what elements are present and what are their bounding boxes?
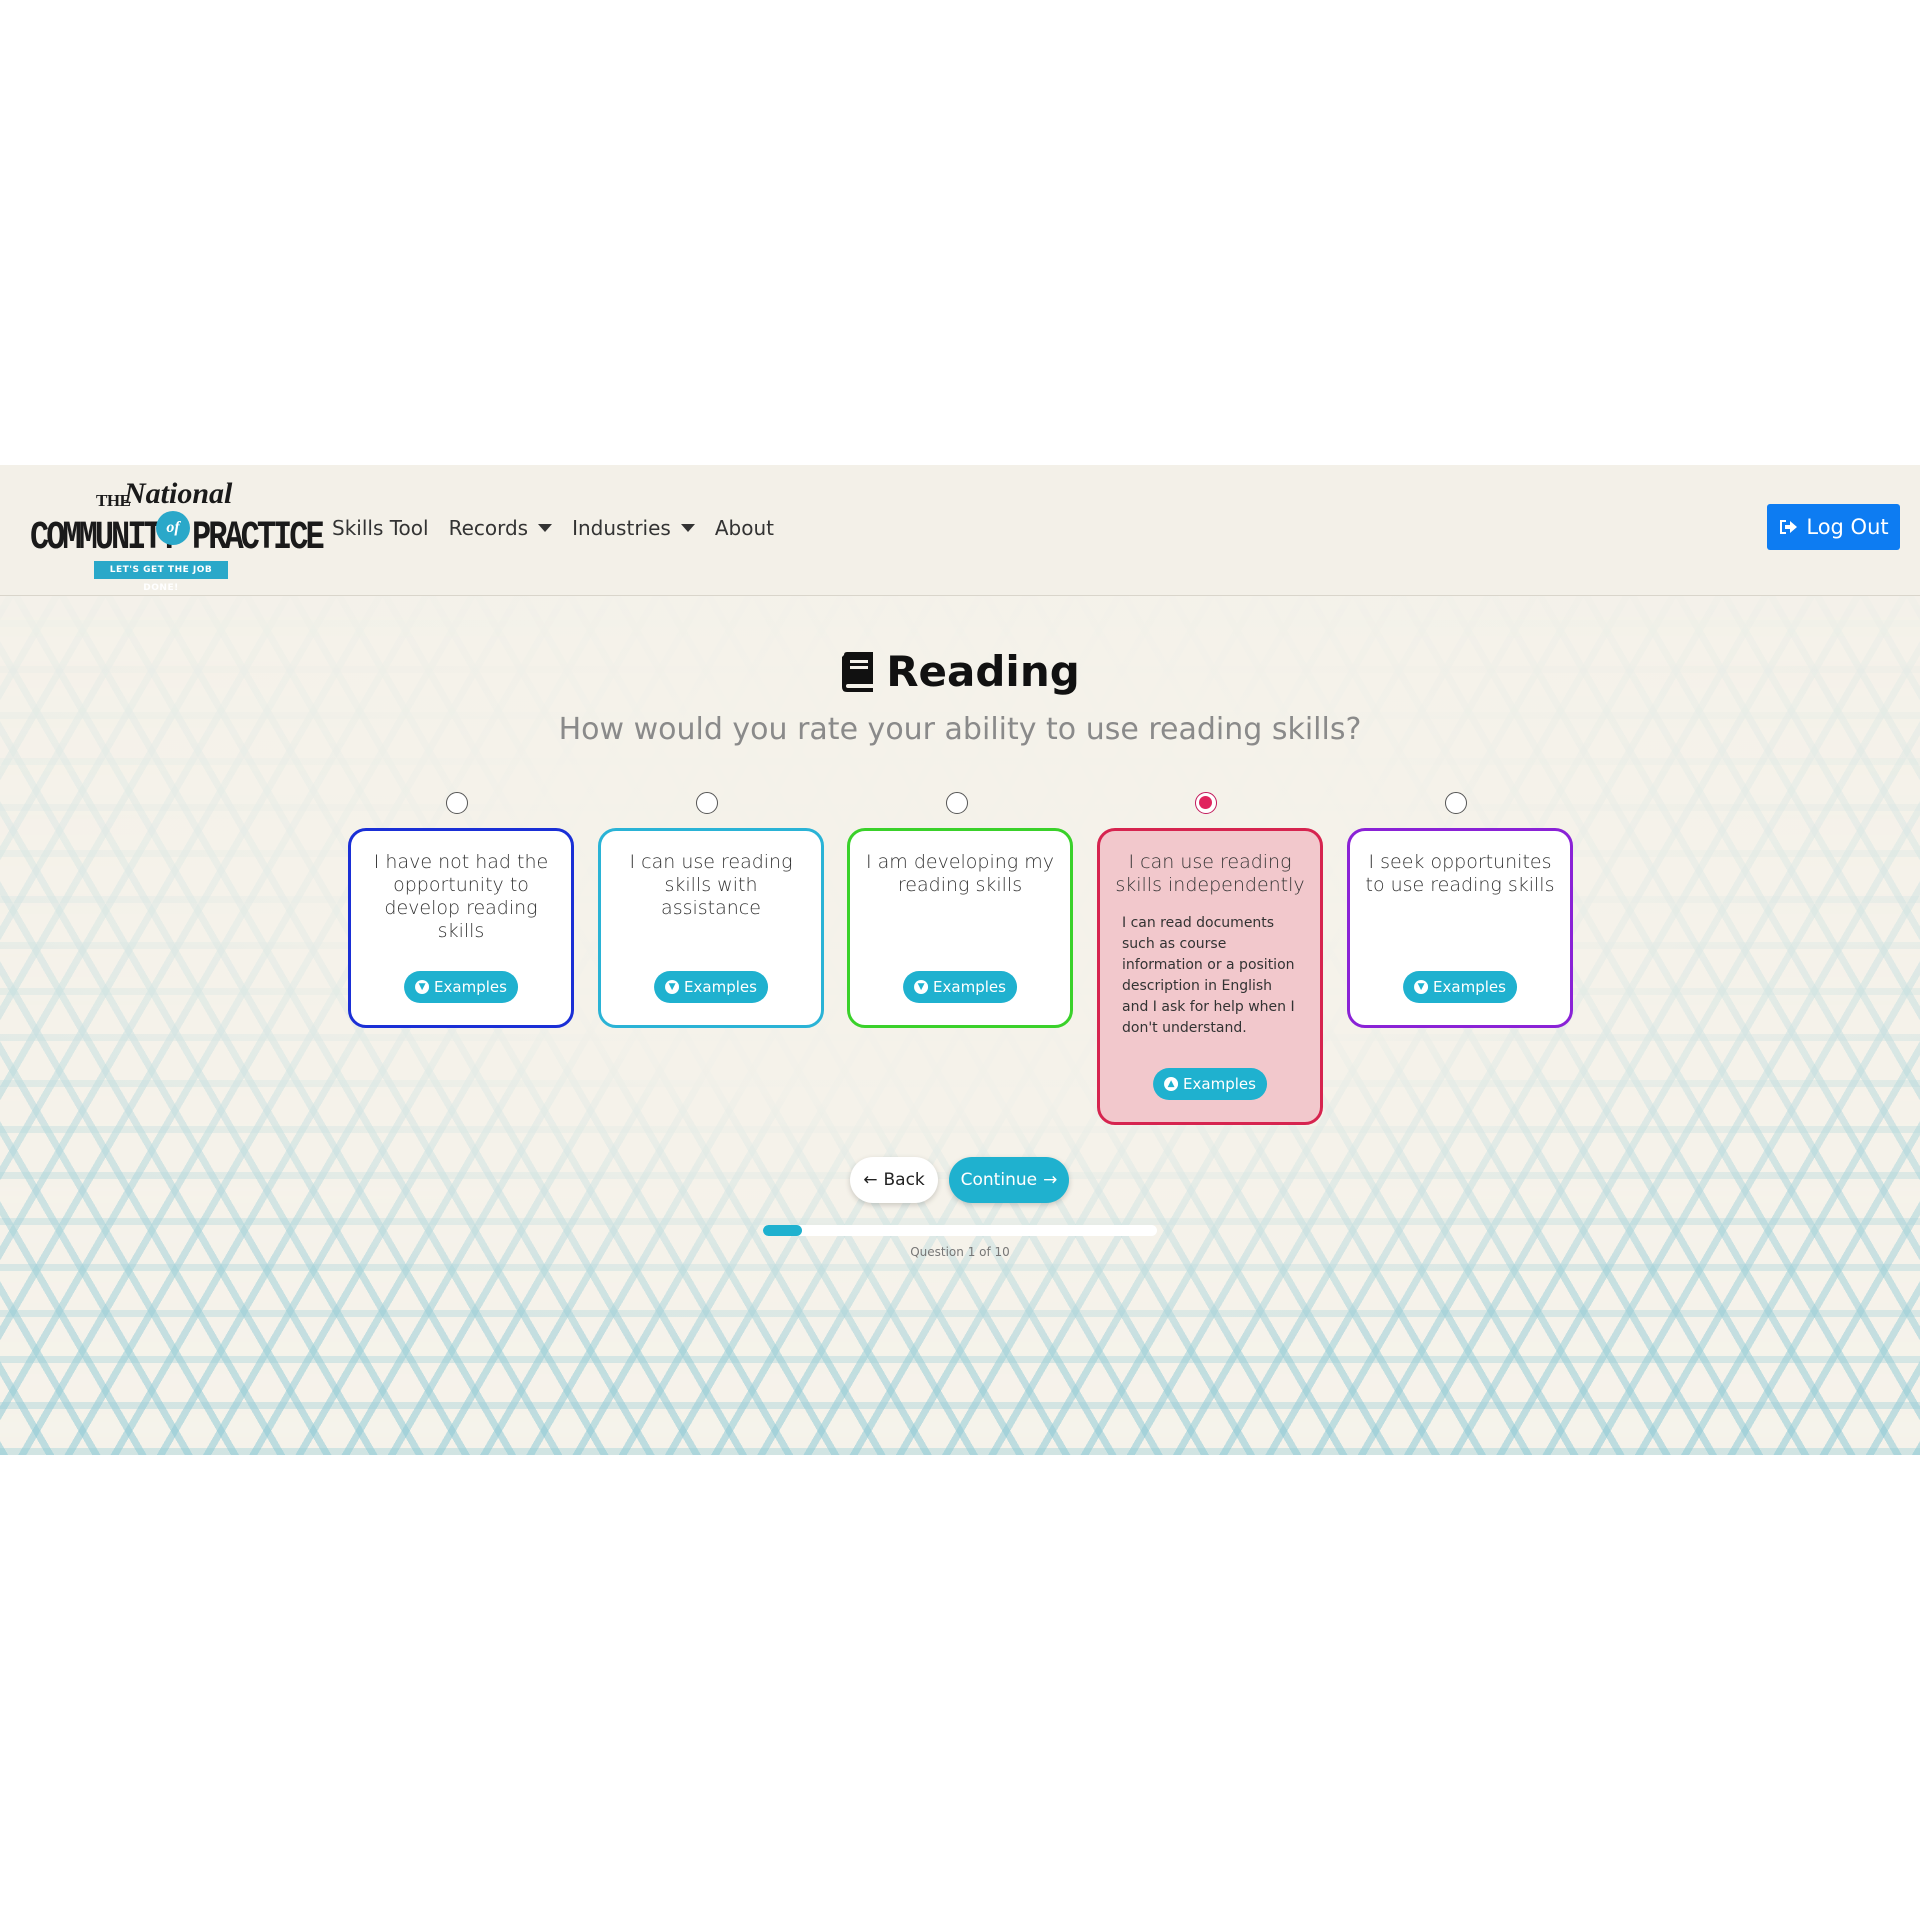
logo-of: of bbox=[156, 511, 190, 545]
nav-about[interactable]: About bbox=[715, 516, 774, 540]
progress-fill bbox=[763, 1225, 803, 1236]
progress-bar bbox=[763, 1225, 1157, 1236]
nav-item-label: About bbox=[714, 516, 774, 540]
option-card-1[interactable]: I have not had the opportunity to develo… bbox=[348, 828, 574, 1028]
caret-down-icon bbox=[680, 524, 695, 532]
question-subtitle: How would you rate your ability to use r… bbox=[558, 712, 1362, 747]
examples-label: Examples bbox=[933, 978, 1006, 996]
question-header: Reading bbox=[0, 647, 1920, 696]
option-radio-1[interactable] bbox=[446, 792, 468, 814]
examples-button[interactable]: ▼ Examples bbox=[654, 971, 768, 1003]
option-label: I can use reading skills with assistance bbox=[629, 851, 793, 919]
option-label: I have not had the opportunity to develo… bbox=[373, 851, 549, 942]
nav-item-label: Industries bbox=[572, 516, 671, 540]
caret-down-icon bbox=[538, 524, 553, 532]
examples-label: Examples bbox=[1433, 978, 1506, 996]
option-radio-5[interactable] bbox=[1445, 792, 1467, 814]
examples-button[interactable]: ▼ Examples bbox=[1403, 971, 1517, 1003]
examples-button[interactable]: ▼ Examples bbox=[404, 971, 518, 1003]
option-card-2[interactable]: I can use reading skills with assistance… bbox=[598, 828, 824, 1028]
question-content: Reading How would you rate your ability … bbox=[0, 595, 1920, 1455]
nav-item-label: Records bbox=[448, 516, 529, 540]
chevron-circle-down-icon: ▼ bbox=[914, 980, 929, 994]
option-label: I can use reading skills independently bbox=[1115, 851, 1305, 896]
option-label: I seek opportunites to use reading skill… bbox=[1365, 851, 1555, 896]
chevron-circle-down-icon: ▼ bbox=[415, 980, 430, 994]
option-radio-2[interactable] bbox=[696, 792, 718, 814]
chevron-circle-down-icon: ▼ bbox=[1414, 980, 1429, 994]
logo-national: National bbox=[124, 477, 233, 510]
site-logo[interactable]: THE National COMMUNITY PRACTICE of LET'S… bbox=[30, 477, 325, 593]
nav-item-label: Skills Tool bbox=[332, 516, 429, 540]
app-viewport: THE National COMMUNITY PRACTICE of LET'S… bbox=[0, 465, 1920, 1455]
option-label: I am developing my reading skills bbox=[866, 851, 1054, 896]
nav-links: Skills Tool Records Industries About bbox=[332, 516, 794, 540]
option-radio-4[interactable] bbox=[1195, 792, 1217, 814]
continue-button[interactable]: Continue → bbox=[949, 1157, 1069, 1203]
chevron-circle-down-icon: ▼ bbox=[665, 980, 680, 994]
back-button[interactable]: ← Back bbox=[850, 1157, 938, 1203]
progress-label: Question 1 of 10 bbox=[910, 1245, 1010, 1259]
sign-out-icon bbox=[1780, 520, 1798, 534]
examples-label: Examples bbox=[684, 978, 757, 996]
option-card-3[interactable]: I am developing my reading skills ▼ Exam… bbox=[847, 828, 1073, 1028]
option-radio-3[interactable] bbox=[946, 792, 968, 814]
examples-button[interactable]: ▼ Examples bbox=[903, 971, 1017, 1003]
nav-skills-tool[interactable]: Skills Tool bbox=[332, 516, 429, 540]
navbar: THE National COMMUNITY PRACTICE of LET'S… bbox=[0, 465, 1920, 596]
examples-label: Examples bbox=[1183, 1075, 1256, 1093]
continue-label: Continue bbox=[960, 1170, 1038, 1190]
arrow-left-icon: ← bbox=[863, 1170, 878, 1190]
book-icon bbox=[842, 651, 874, 692]
nav-industries[interactable]: Industries bbox=[572, 516, 695, 540]
chevron-circle-up-icon: ▲ bbox=[1164, 1077, 1179, 1091]
option-card-4[interactable]: I can use reading skills independently I… bbox=[1097, 828, 1323, 1125]
examples-button[interactable]: ▲ Examples bbox=[1153, 1068, 1267, 1100]
back-label: Back bbox=[883, 1170, 925, 1190]
option-description: I can read documents such as course info… bbox=[1122, 915, 1295, 1036]
arrow-right-icon: → bbox=[1043, 1170, 1058, 1190]
question-title: Reading bbox=[886, 647, 1080, 696]
examples-label: Examples bbox=[434, 978, 507, 996]
logout-button[interactable]: Log Out bbox=[1767, 504, 1900, 550]
nav-records[interactable]: Records bbox=[449, 516, 553, 540]
option-card-5[interactable]: I seek opportunites to use reading skill… bbox=[1347, 828, 1573, 1028]
logo-tagline: LET'S GET THE JOB DONE! bbox=[94, 561, 228, 593]
logout-label: Log Out bbox=[1806, 515, 1889, 539]
